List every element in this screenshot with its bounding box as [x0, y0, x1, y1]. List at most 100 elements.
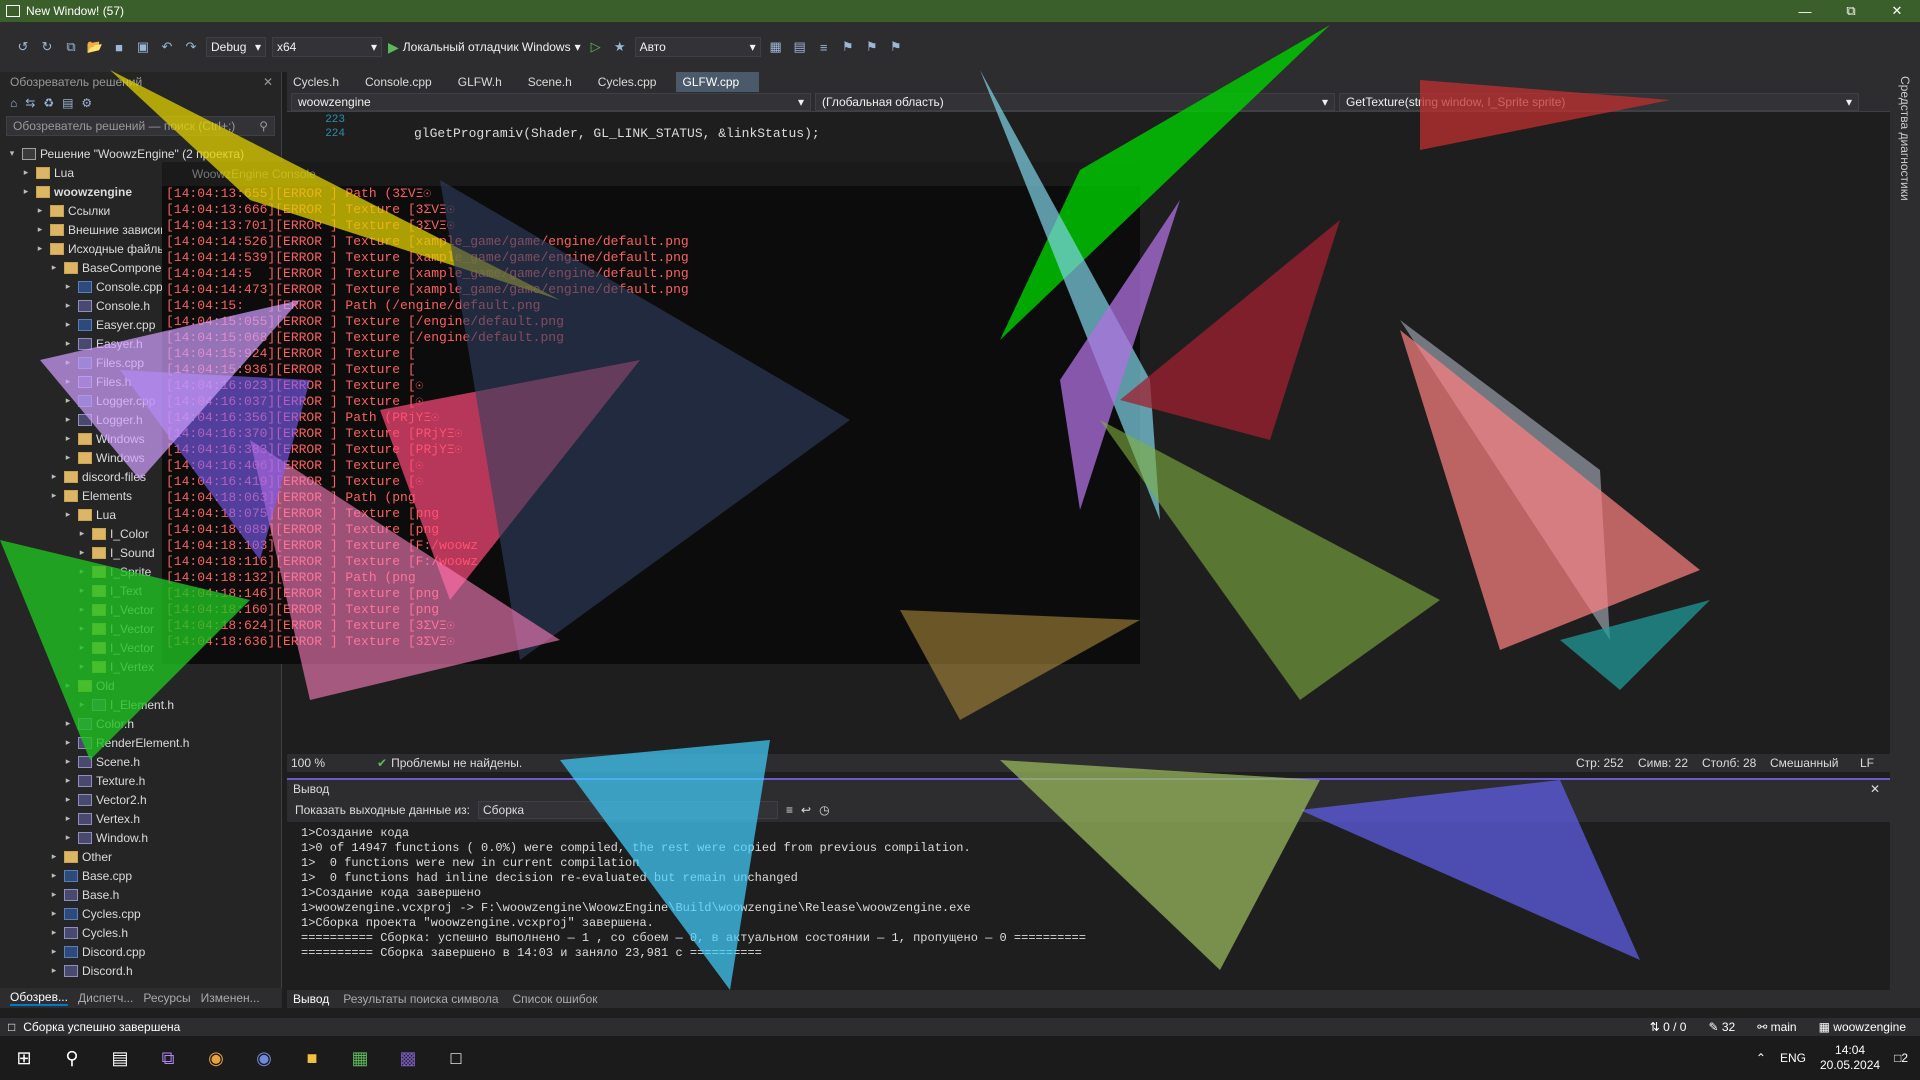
game-console-window[interactable]: WoowzEngine Console [14:04:13:655][ERROR…	[162, 162, 1140, 664]
solution-bottom-tab[interactable]: Диспетч...	[78, 991, 133, 1005]
clock[interactable]: 14:04 20.05.2024	[1820, 1043, 1880, 1073]
sync-status[interactable]: ⇅ 0 / 0	[1650, 1020, 1687, 1034]
layout-icon[interactable]: ▤	[791, 39, 809, 55]
expand-arrow-icon[interactable]: ▸	[76, 699, 88, 710]
expand-arrow-icon[interactable]: ▸	[62, 794, 74, 805]
tree-item[interactable]: ▸ Scene.h	[0, 752, 272, 771]
game-window-icon[interactable]: □	[432, 1036, 480, 1080]
discord-icon[interactable]: ◉	[240, 1036, 288, 1080]
output-tab[interactable]: Результаты поиска символа	[343, 992, 498, 1006]
expand-arrow-icon[interactable]: ▸	[76, 661, 88, 672]
expand-arrow-icon[interactable]: ▸	[48, 946, 60, 957]
expand-arrow-icon[interactable]: ▸	[48, 965, 60, 976]
expand-arrow-icon[interactable]: ▸	[76, 528, 88, 539]
expand-arrow-icon[interactable]: ▸	[62, 433, 74, 444]
tree-item[interactable]: ▸ Vertex.h	[0, 809, 272, 828]
redo-icon[interactable]: ↷	[182, 39, 200, 55]
platform-select[interactable]: x64 ▾	[272, 37, 382, 57]
expand-arrow-icon[interactable]: ▸	[76, 623, 88, 634]
repo-status[interactable]: ▦ woowzengine	[1819, 1020, 1906, 1034]
document-tab[interactable]: Cycles.cpp	[592, 72, 677, 92]
document-tab[interactable]: GLFW.cpp	[676, 72, 760, 92]
maximize-button[interactable]: ⧉	[1828, 0, 1874, 22]
expand-arrow-icon[interactable]: ▸	[48, 490, 60, 501]
minimize-button[interactable]: —	[1782, 0, 1828, 22]
pending-changes-icon[interactable]: ♻	[43, 96, 54, 110]
expand-arrow-icon[interactable]: ▸	[62, 509, 74, 520]
forward-icon[interactable]: ↻	[38, 39, 56, 55]
home-icon[interactable]: ⌂	[10, 96, 17, 110]
output-source-select[interactable]: Сборка	[477, 801, 778, 819]
collapse-icon[interactable]: ▤	[62, 96, 73, 110]
search-icon[interactable]: ⚲	[48, 1036, 96, 1080]
start-debugging-button[interactable]: ▶ Локальный отладчик Windows ▾	[388, 39, 581, 56]
code-line[interactable]: glGetProgramiv(Shader, GL_LINK_STATUS, &…	[414, 126, 820, 141]
expand-arrow-icon[interactable]: ▸	[48, 262, 60, 273]
mode-select[interactable]: Авто ▾	[634, 37, 761, 57]
expand-arrow-icon[interactable]: ▸	[20, 167, 32, 178]
expand-arrow-icon[interactable]: ▸	[20, 186, 32, 197]
properties-icon[interactable]: ⚙	[81, 96, 92, 110]
expand-arrow-icon[interactable]: ▸	[62, 756, 74, 767]
diagnostics-tab[interactable]: Средства диагностики	[1898, 76, 1912, 201]
expand-arrow-icon[interactable]: ▸	[48, 908, 60, 919]
file-explorer-icon[interactable]: ■	[288, 1036, 336, 1080]
new-project-icon[interactable]: ⧉	[62, 39, 80, 55]
expand-arrow-icon[interactable]: ▸	[34, 243, 46, 254]
document-tab[interactable]: Console.cpp	[359, 72, 452, 92]
expand-arrow-icon[interactable]: ▸	[62, 832, 74, 843]
solution-bottom-tab[interactable]: Ресурсы	[143, 991, 190, 1005]
line-ending[interactable]: LF	[1860, 756, 1890, 770]
expand-arrow-icon[interactable]: ▸	[62, 338, 74, 349]
chrome-icon[interactable]: ◉	[192, 1036, 240, 1080]
expand-arrow-icon[interactable]: ▸	[62, 775, 74, 786]
expand-arrow-icon[interactable]: ▸	[34, 205, 46, 216]
notifications-icon[interactable]: □2	[1894, 1051, 1908, 1065]
configuration-select[interactable]: Debug ▾	[206, 37, 266, 57]
tree-item[interactable]: ▸ Vector2.h	[0, 790, 272, 809]
tree-item[interactable]: ▸ Cycles.h	[0, 923, 272, 942]
word-wrap-icon[interactable]: ↩	[801, 803, 811, 817]
expand-arrow-icon[interactable]: ▸	[34, 224, 46, 235]
problems-status[interactable]: Проблемы не найдены.	[391, 756, 591, 770]
tree-item[interactable]: ▸ Texture.h	[0, 771, 272, 790]
save-all-icon[interactable]: ▣	[134, 39, 152, 55]
solution-bottom-tab[interactable]: Обозрев...	[10, 990, 68, 1006]
tree-item[interactable]: ▸ Base.h	[0, 885, 272, 904]
terminal-icon[interactable]: ▩	[384, 1036, 432, 1080]
document-tab[interactable]: Scene.h	[522, 72, 592, 92]
expand-arrow-icon[interactable]: ▸	[76, 585, 88, 596]
expand-arrow-icon[interactable]: ▸	[76, 566, 88, 577]
solution-bottom-tab[interactable]: Изменен...	[201, 991, 260, 1005]
tray-expand-icon[interactable]: ⌃	[1756, 1051, 1766, 1065]
sync-icon[interactable]: ⇆	[25, 96, 35, 110]
expand-arrow-icon[interactable]: ▸	[76, 547, 88, 558]
timestamp-icon[interactable]: ◷	[819, 803, 829, 817]
solution-search-input[interactable]: Обозреватель решений — поиск (Ctrl+;) ⚲	[6, 116, 275, 136]
project-select[interactable]: woowzengine ▾	[291, 92, 811, 111]
tree-item[interactable]: ▸ Color.h	[0, 714, 272, 733]
expand-arrow-icon[interactable]: ▸	[62, 357, 74, 368]
output-tab[interactable]: Список ошибок	[513, 992, 598, 1006]
document-tab[interactable]: Cycles.h	[287, 72, 359, 92]
output-close-icon[interactable]: ✕	[1870, 782, 1880, 796]
function-select[interactable]: GetTexture(string window, I_Sprite sprit…	[1339, 92, 1859, 111]
expand-arrow-icon[interactable]: ▸	[76, 642, 88, 653]
clear-output-icon[interactable]: ≡	[786, 803, 793, 817]
expand-arrow-icon[interactable]: ▸	[62, 300, 74, 311]
expand-arrow-icon[interactable]: ▸	[62, 718, 74, 729]
start-without-debug-icon[interactable]: ▷	[587, 39, 605, 55]
branch-status[interactable]: ⚯ main	[1757, 1020, 1796, 1034]
task-manager-icon[interactable]: ▤	[96, 1036, 144, 1080]
bookmark-next-icon[interactable]: ⚑	[887, 39, 905, 55]
tree-item[interactable]: ▸ Discord.h	[0, 961, 272, 980]
visual-studio-icon[interactable]: ⧉	[144, 1036, 192, 1080]
expand-arrow-icon[interactable]: ▸	[48, 851, 60, 862]
close-button[interactable]: ✕	[1874, 0, 1920, 22]
expand-arrow-icon[interactable]: ▸	[62, 737, 74, 748]
start-icon[interactable]: ⊞	[0, 1036, 48, 1080]
expand-arrow-icon[interactable]: ▸	[62, 414, 74, 425]
expand-arrow-icon[interactable]: ▸	[48, 889, 60, 900]
document-tab[interactable]: GLFW.h	[452, 72, 522, 92]
expand-arrow-icon[interactable]: ▸	[62, 281, 74, 292]
